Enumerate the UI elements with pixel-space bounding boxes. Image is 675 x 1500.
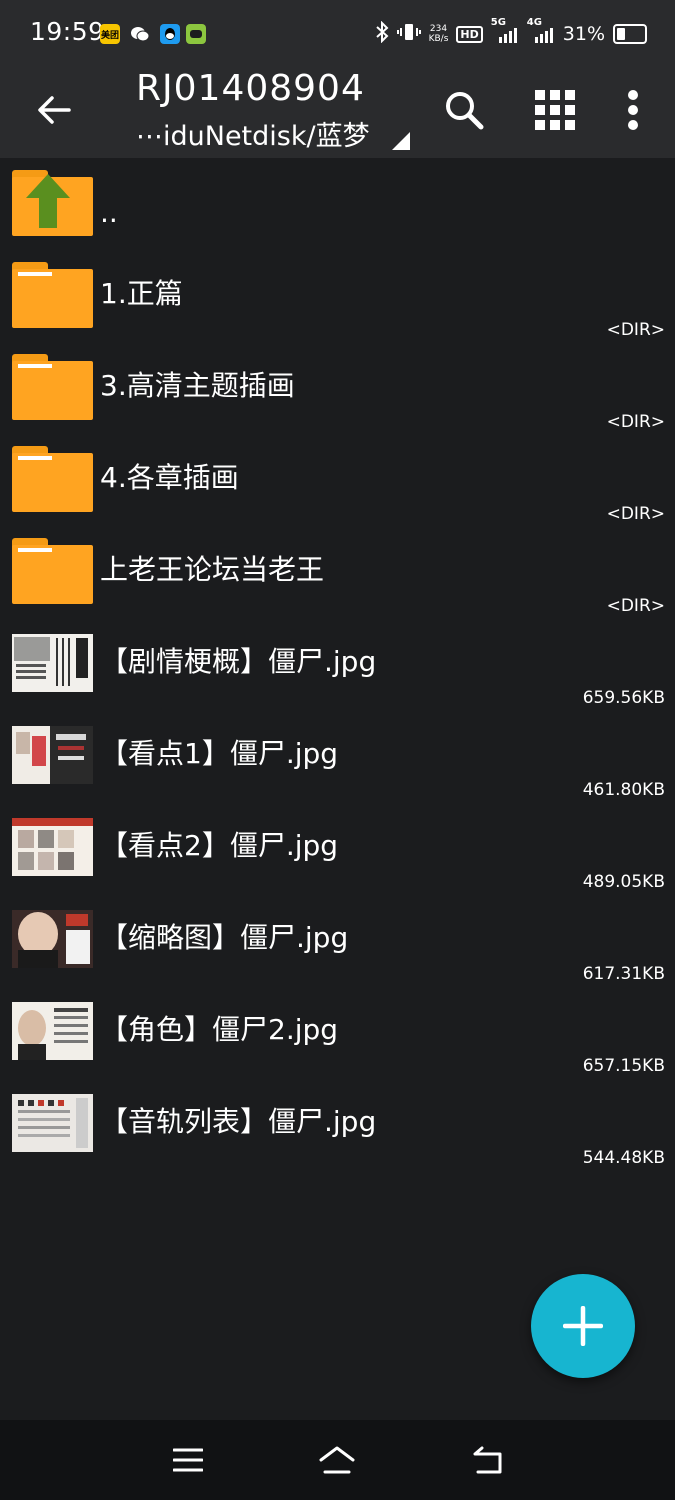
file-meta: <DIR>	[606, 320, 665, 340]
image-thumbnail	[12, 910, 93, 968]
file-name: 【角色】僵尸2.jpg	[100, 1013, 339, 1046]
file-name: 【剧情梗概】僵尸.jpg	[100, 645, 377, 678]
vibrate-icon	[396, 21, 421, 48]
recent-apps-button[interactable]	[168, 1440, 208, 1480]
file-meta: 659.56KB	[582, 688, 665, 708]
file-meta: 657.15KB	[582, 1056, 665, 1076]
back-nav-button[interactable]	[468, 1440, 508, 1480]
list-item-folder[interactable]: 上老王论坛当老王 <DIR>	[0, 526, 675, 618]
list-item-folder[interactable]: 1.正篇 <DIR>	[0, 250, 675, 342]
file-meta: <DIR>	[606, 504, 665, 524]
back-icon	[473, 1446, 502, 1474]
more-vert-icon	[628, 90, 638, 130]
qq-icon	[160, 24, 180, 44]
folder-icon	[12, 538, 93, 604]
grid-view-icon	[535, 90, 575, 130]
file-name: 【音轨列表】僵尸.jpg	[100, 1105, 377, 1138]
file-name: 【缩略图】僵尸.jpg	[100, 921, 349, 954]
path-dropdown-icon[interactable]	[392, 132, 410, 150]
game-icon	[186, 24, 206, 44]
status-bar: 19:59 美团 234 KB/s HD 5G 4G 31%	[0, 0, 675, 68]
file-list: .. 1.正篇 <DIR> 3.高清主题插画 <DIR> 4.各章插画 <DIR…	[0, 158, 675, 1170]
file-name: 上老王论坛当老王	[100, 553, 325, 586]
parent-folder-icon	[12, 170, 93, 236]
net-speed: 234 KB/s	[428, 24, 449, 44]
menu-icon	[173, 1448, 203, 1472]
wechat-icon	[130, 24, 150, 44]
image-thumbnail	[12, 726, 93, 784]
image-thumbnail	[12, 818, 93, 876]
image-thumbnail	[12, 1094, 93, 1152]
bluetooth-icon	[375, 20, 389, 48]
file-name: 【看点2】僵尸.jpg	[100, 829, 339, 862]
plus-icon	[563, 1306, 603, 1346]
file-meta: 489.05KB	[582, 872, 665, 892]
app-bar: RJ01408904 ⋯iduNetdisk/蓝梦	[0, 68, 675, 158]
list-item-file[interactable]: 【剧情梗概】僵尸.jpg 659.56KB	[0, 618, 675, 710]
file-meta: 461.80KB	[582, 780, 665, 800]
signal-4g-icon: 4G	[527, 17, 555, 43]
file-name: 4.各章插画	[100, 461, 239, 494]
file-name: ..	[100, 196, 118, 229]
list-item-folder[interactable]: 3.高清主题插画 <DIR>	[0, 342, 675, 434]
home-button[interactable]	[317, 1440, 357, 1480]
battery-fill	[617, 28, 625, 40]
status-right: 234 KB/s HD 5G 4G 31%	[375, 17, 647, 50]
signal-5g-icon: 5G	[491, 17, 519, 43]
home-icon	[319, 1446, 355, 1474]
folder-icon	[12, 262, 93, 328]
folder-icon	[12, 354, 93, 420]
file-meta: <DIR>	[606, 596, 665, 616]
list-item-file[interactable]: 【缩略图】僵尸.jpg 617.31KB	[0, 894, 675, 986]
search-icon	[446, 92, 484, 130]
file-name: 【看点1】僵尸.jpg	[100, 737, 339, 770]
hd-badge: HD	[456, 25, 483, 43]
list-item-file[interactable]: 【看点1】僵尸.jpg 461.80KB	[0, 710, 675, 802]
add-button[interactable]	[531, 1274, 635, 1378]
grid-view-button[interactable]	[525, 80, 585, 140]
path-subtitle[interactable]: ⋯iduNetdisk/蓝梦	[136, 114, 370, 153]
file-meta: <DIR>	[606, 412, 665, 432]
file-meta: 544.48KB	[582, 1148, 665, 1168]
battery-percent: 31%	[562, 23, 605, 45]
file-meta: 617.31KB	[582, 964, 665, 984]
folder-title: RJ01408904	[136, 68, 365, 109]
back-arrow-icon	[38, 96, 71, 124]
file-name: 1.正篇	[100, 277, 183, 310]
list-item-file[interactable]: 【音轨列表】僵尸.jpg 544.48KB	[0, 1078, 675, 1170]
back-button[interactable]	[30, 86, 78, 134]
meituan-icon: 美团	[100, 24, 120, 44]
more-options-button[interactable]	[603, 80, 663, 140]
screen: 19:59 美团 234 KB/s HD 5G 4G 31% RJ0140890…	[0, 0, 675, 1500]
image-thumbnail	[12, 634, 93, 692]
list-item-folder[interactable]: 4.各章插画 <DIR>	[0, 434, 675, 526]
list-item-file[interactable]: 【角色】僵尸2.jpg 657.15KB	[0, 986, 675, 1078]
battery-icon	[613, 24, 647, 44]
search-button[interactable]	[434, 80, 494, 140]
image-thumbnail	[12, 1002, 93, 1060]
list-item-parent-dir[interactable]: ..	[0, 158, 675, 250]
system-nav-bar	[0, 1420, 675, 1500]
list-item-file[interactable]: 【看点2】僵尸.jpg 489.05KB	[0, 802, 675, 894]
status-time: 19:59	[30, 17, 105, 46]
folder-icon	[12, 446, 93, 512]
file-name: 3.高清主题插画	[100, 369, 295, 402]
